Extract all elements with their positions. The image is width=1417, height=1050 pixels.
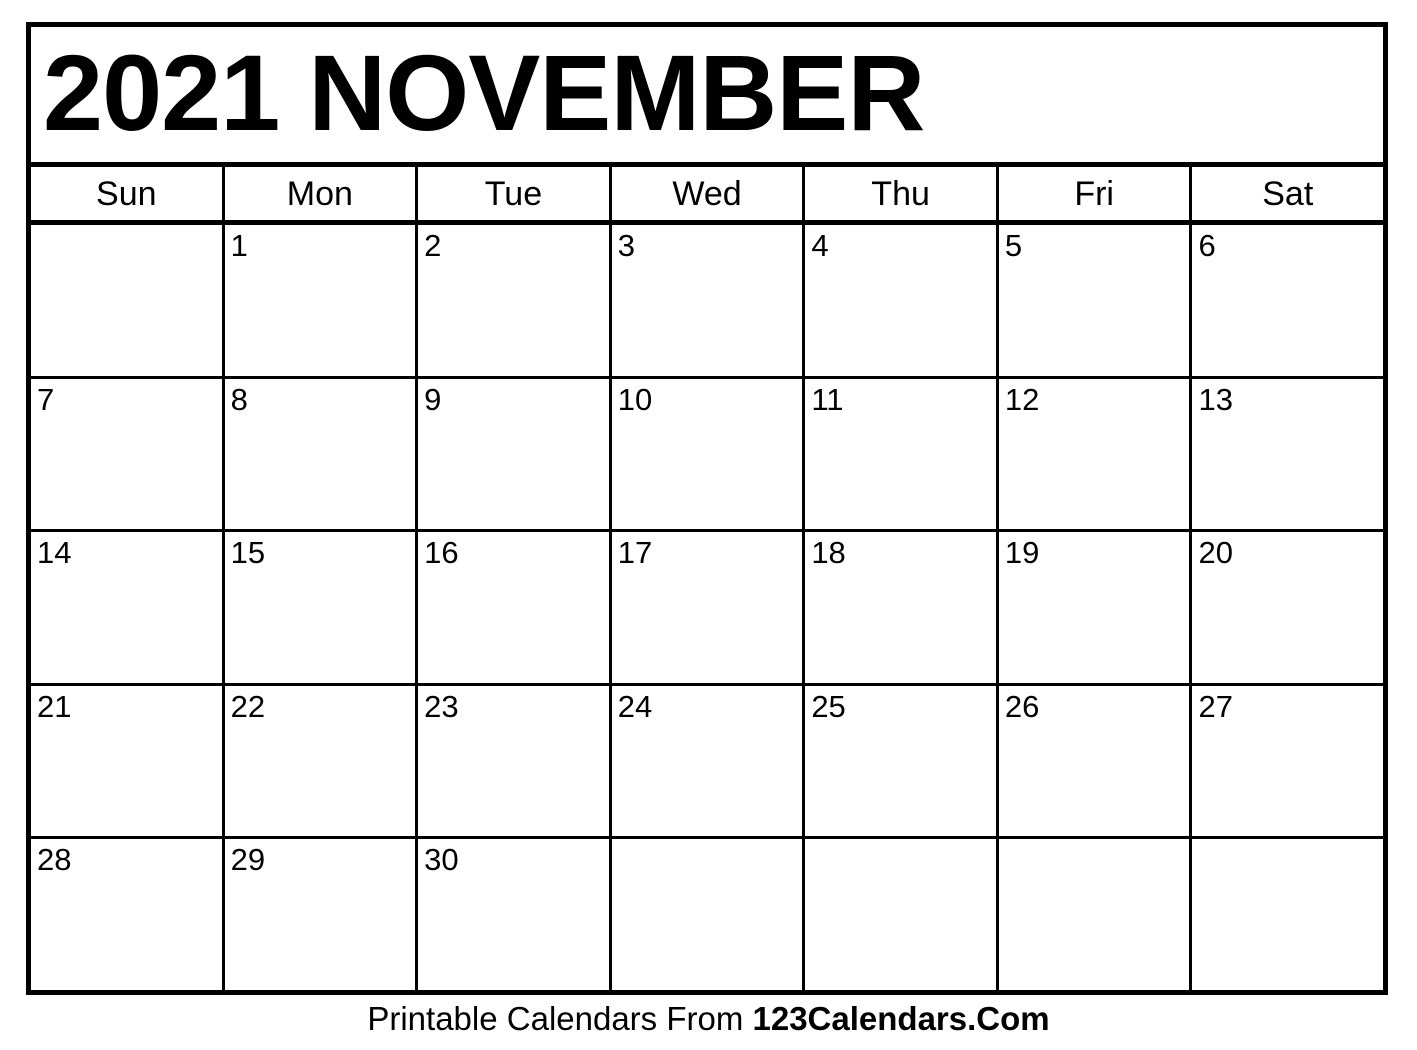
day-cell[interactable]: 25	[805, 685, 999, 837]
day-cell[interactable]: 1	[225, 225, 419, 376]
day-cell[interactable]: 26	[999, 685, 1193, 837]
day-number: 26	[1004, 688, 1040, 724]
calendar-grid: 2021 NOVEMBER Sun Mon Tue Wed Thu Fri Sa…	[26, 22, 1388, 995]
day-cell[interactable]: 9	[418, 378, 612, 530]
day-cell[interactable]	[31, 225, 225, 376]
day-number: 3	[617, 228, 635, 263]
day-number: 5	[1004, 228, 1023, 263]
day-number: 28	[37, 842, 72, 878]
day-cell[interactable]: 20	[1192, 532, 1383, 683]
day-number: 20	[1198, 535, 1233, 571]
day-number: 14	[37, 535, 72, 571]
weekday-label: Wed	[672, 174, 742, 213]
day-number: 4	[811, 228, 829, 263]
weekday-header-mon: Mon	[225, 167, 419, 220]
day-cell[interactable]: 27	[1192, 686, 1383, 837]
day-cell[interactable]: 2	[418, 225, 612, 376]
day-cell[interactable]: 21	[31, 685, 225, 837]
day-cell[interactable]: 15	[225, 532, 419, 683]
weekday-header-fri: Fri	[999, 167, 1193, 220]
day-number: 1	[230, 228, 248, 263]
day-cell[interactable]: 8	[225, 378, 419, 530]
weekday-label: Sat	[1262, 174, 1314, 213]
day-number: 16	[424, 535, 459, 571]
week-row: 21 22 23 24 25 26 27	[31, 685, 1383, 840]
footer-brand-link[interactable]: 123Calendars.Com	[753, 1000, 1050, 1037]
day-number: 10	[617, 381, 653, 417]
weekday-label: Mon	[286, 174, 353, 213]
calendar-weeks: 1 2 3 4 5 6 7 8 9 10 11 12 13 14 15 16 1…	[31, 225, 1383, 990]
day-cell[interactable]: 19	[999, 532, 1193, 683]
day-cell[interactable]: 3	[612, 225, 806, 376]
week-row: 1 2 3 4 5 6	[31, 225, 1383, 379]
day-number: 6	[1198, 228, 1216, 263]
day-number: 27	[1198, 688, 1233, 724]
day-cell[interactable]: 30	[418, 839, 612, 990]
weekday-header-row: Sun Mon Tue Wed Thu Fri Sat	[31, 167, 1383, 225]
day-cell[interactable]: 5	[999, 225, 1193, 376]
day-cell[interactable]: 17	[612, 532, 806, 683]
day-cell[interactable]: 12	[999, 378, 1193, 530]
weekday-header-thu: Thu	[805, 167, 999, 220]
day-number: 22	[230, 688, 266, 724]
day-cell[interactable]: 18	[805, 532, 999, 683]
day-cell[interactable]: 13	[1192, 379, 1383, 530]
day-number: 19	[1004, 535, 1040, 571]
calendar-title-bar: 2021 NOVEMBER	[31, 27, 1383, 167]
weekday-label: Tue	[484, 174, 543, 213]
day-number: 12	[1004, 381, 1040, 417]
day-cell[interactable]: 29	[225, 839, 419, 990]
week-row: 14 15 16 17 18 19 20	[31, 532, 1383, 686]
weekday-header-sat: Sat	[1192, 167, 1383, 220]
weekday-header-sun: Sun	[31, 167, 225, 220]
day-cell[interactable]: 23	[418, 685, 612, 837]
week-row: 7 8 9 10 11 12 13	[31, 378, 1383, 533]
day-number: 25	[811, 688, 846, 724]
day-number: 29	[230, 842, 266, 878]
day-cell[interactable]: 28	[31, 839, 225, 990]
weekday-header-wed: Wed	[612, 167, 806, 220]
day-cell[interactable]	[999, 839, 1193, 990]
day-number: 2	[424, 228, 442, 263]
day-cell[interactable]: 11	[805, 378, 999, 530]
page-title: 2021 NOVEMBER	[43, 31, 925, 153]
day-cell[interactable]: 22	[225, 685, 419, 837]
day-cell[interactable]: 4	[805, 225, 999, 376]
weekday-header-tue: Tue	[418, 167, 612, 220]
day-cell[interactable]	[805, 839, 999, 990]
weekday-label: Thu	[871, 174, 930, 213]
day-number: 7	[37, 381, 55, 417]
printable-calendar-page: 2021 NOVEMBER Sun Mon Tue Wed Thu Fri Sa…	[0, 0, 1417, 1050]
day-cell[interactable]	[612, 839, 806, 990]
day-number: 21	[37, 688, 72, 724]
day-number: 13	[1198, 381, 1233, 417]
day-number: 15	[230, 535, 266, 571]
day-number: 8	[230, 381, 248, 417]
day-cell[interactable]: 24	[612, 685, 806, 837]
day-cell[interactable]	[1192, 839, 1383, 990]
weekday-label: Fri	[1074, 174, 1114, 213]
day-cell[interactable]: 6	[1192, 225, 1383, 376]
day-number: 11	[811, 381, 844, 417]
day-number: 17	[617, 535, 653, 571]
day-number: 9	[424, 381, 442, 417]
day-number: 24	[617, 688, 653, 724]
day-number: 18	[811, 535, 846, 571]
footer-credit: Printable Calendars From 123Calendars.Co…	[0, 998, 1417, 1041]
day-cell[interactable]: 16	[418, 532, 612, 683]
day-cell[interactable]: 10	[612, 378, 806, 530]
footer-prefix-text: Printable Calendars From	[367, 1000, 753, 1037]
day-number: 23	[424, 688, 459, 724]
day-cell[interactable]: 7	[31, 378, 225, 530]
day-cell[interactable]: 14	[31, 532, 225, 683]
weekday-label: Sun	[96, 174, 157, 213]
day-number: 30	[424, 842, 459, 878]
week-row: 28 29 30	[31, 839, 1383, 990]
